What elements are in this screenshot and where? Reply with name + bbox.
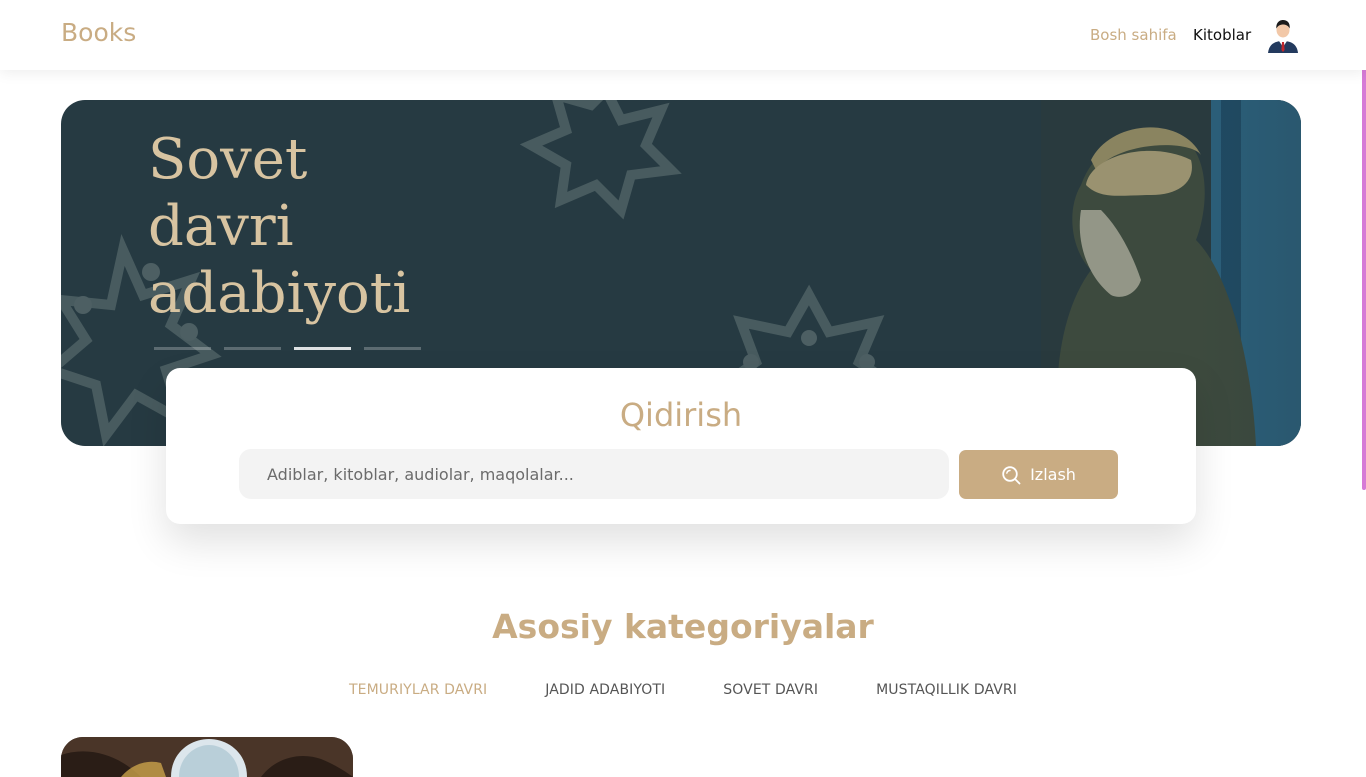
brand-logo[interactable]: Books xyxy=(61,18,136,47)
hero-title: Sovet davri adabiyoti xyxy=(148,126,448,327)
search-button[interactable]: Izlash xyxy=(959,450,1118,499)
tab-temuriylar-davri[interactable]: TEMURIYLAR DAVRI xyxy=(349,682,487,698)
user-avatar[interactable] xyxy=(1266,17,1300,53)
category-tabs: TEMURIYLAR DAVRI JADID ADABIYOTI SOVET D… xyxy=(349,682,1017,698)
user-avatar-icon xyxy=(1266,18,1300,53)
hero-title-line: davri xyxy=(148,194,294,259)
search-input[interactable] xyxy=(239,449,949,499)
nav-link-home[interactable]: Bosh sahifa xyxy=(1090,26,1177,44)
hero-title-line: Sovet xyxy=(148,127,308,192)
carousel-indicator[interactable] xyxy=(154,347,211,350)
search-title: Qidirish xyxy=(619,396,743,434)
search-card: Qidirish Izlash xyxy=(166,368,1196,524)
category-card-illustration xyxy=(61,737,353,777)
carousel-indicator[interactable] xyxy=(224,347,281,350)
search-button-label: Izlash xyxy=(1030,465,1076,484)
tab-jadid-adabiyoti[interactable]: JADID ADABIYOTI xyxy=(545,682,665,698)
page-scrollbar[interactable] xyxy=(1362,0,1366,490)
carousel-indicator-active[interactable] xyxy=(294,347,351,350)
categories-title: Asosiy kategoriyalar xyxy=(492,607,874,646)
search-icon xyxy=(1002,465,1021,484)
navbar: Books Bosh sahifa Kitoblar xyxy=(0,0,1366,70)
hero-title-line: adabiyoti xyxy=(148,261,411,326)
category-card-image[interactable] xyxy=(61,737,353,777)
nav-link-books[interactable]: Kitoblar xyxy=(1193,26,1251,44)
carousel-indicators xyxy=(154,347,421,350)
tab-mustaqillik-davri[interactable]: MUSTAQILLIK DAVRI xyxy=(876,682,1017,698)
tab-sovet-davri[interactable]: SOVET DAVRI xyxy=(723,682,818,698)
carousel-indicator[interactable] xyxy=(364,347,421,350)
